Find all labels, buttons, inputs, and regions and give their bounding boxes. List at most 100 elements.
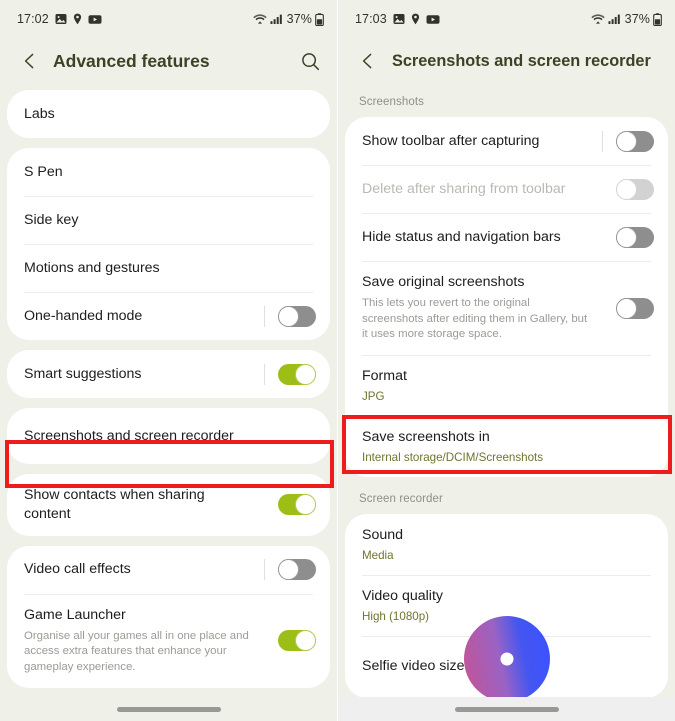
status-bar-right: 37% bbox=[590, 12, 662, 26]
settings-row-labs[interactable]: Labs bbox=[7, 90, 330, 138]
nav-home-pill[interactable] bbox=[116, 706, 221, 712]
row-texts: Sound Media bbox=[362, 526, 654, 563]
row-title: Save screenshots in bbox=[362, 429, 490, 446]
settings-row-s-pen[interactable]: S Pen bbox=[7, 148, 330, 196]
row-texts: S Pen bbox=[24, 163, 316, 182]
row-texts: Video call effects bbox=[24, 560, 254, 579]
wifi-icon bbox=[590, 13, 605, 25]
toggle-knob bbox=[278, 305, 299, 327]
settings-row-screenshots-and-screen-recorder[interactable]: Screenshots and screen recorder bbox=[7, 408, 330, 464]
settings-group-input: S Pen Side key Motions and gestures One-… bbox=[7, 148, 330, 340]
toggle-wrap bbox=[264, 305, 316, 327]
settings-row-show-contacts-when-sharing-content[interactable]: Show contacts when sharing content bbox=[7, 474, 330, 536]
toggle-separator bbox=[264, 363, 265, 385]
row-texts: Labs bbox=[24, 105, 316, 124]
toggle-wrap bbox=[616, 226, 654, 248]
toggle-game-launcher[interactable] bbox=[278, 630, 316, 652]
settings-row-one-handed-mode[interactable]: One-handed mode bbox=[7, 292, 330, 340]
toggle-show-contacts-when-sharing-content[interactable] bbox=[278, 494, 316, 516]
page-header: Advanced features bbox=[0, 38, 337, 90]
row-title: S Pen bbox=[24, 163, 63, 180]
settings-group-screenshots-and-screen-recorder: Screenshots and screen recorder bbox=[7, 408, 330, 464]
settings-row-video-call-effects[interactable]: Video call effects bbox=[7, 546, 330, 594]
row-texts: One-handed mode bbox=[24, 307, 254, 326]
toggle-wrap bbox=[264, 559, 316, 581]
row-texts: Save screenshots in Internal storage/DCI… bbox=[362, 428, 654, 465]
dual-screenshot-comparison: 17:02 37% Advanced features Labs S Pen S… bbox=[0, 0, 675, 721]
toggle-knob bbox=[295, 494, 316, 516]
row-title: Show contacts when sharing content bbox=[24, 487, 205, 522]
youtube-icon bbox=[426, 14, 440, 25]
signal-icon bbox=[270, 13, 282, 25]
battery-percent-label: 37% bbox=[624, 12, 650, 26]
search-button[interactable] bbox=[297, 48, 323, 74]
back-button[interactable] bbox=[17, 48, 43, 74]
toggle-separator bbox=[602, 130, 603, 152]
toggle-save-original-screenshots[interactable] bbox=[616, 297, 654, 319]
status-bar-left: 17:02 bbox=[17, 12, 102, 26]
settings-group-video-and-games: Video call effects Game Launcher Organis… bbox=[7, 545, 330, 688]
row-texts: Delete after sharing from toolbar bbox=[362, 180, 606, 199]
row-texts: Game Launcher Organise all your games al… bbox=[24, 606, 268, 676]
section-header-screenshots: Screenshots bbox=[359, 96, 425, 108]
youtube-icon bbox=[88, 14, 102, 25]
row-texts: Hide status and navigation bars bbox=[362, 228, 606, 247]
toggle-knob bbox=[278, 559, 299, 581]
row-texts: Show toolbar after capturing bbox=[362, 132, 592, 151]
status-bar: 17:03 37% bbox=[338, 0, 675, 38]
settings-row-save-original-screenshots[interactable]: Save original screenshots This lets you … bbox=[345, 261, 668, 355]
location-icon bbox=[411, 13, 420, 25]
row-title: Labs bbox=[24, 105, 55, 122]
battery-icon bbox=[315, 12, 324, 26]
nav-home-pill[interactable] bbox=[454, 706, 559, 712]
settings-row-game-launcher[interactable]: Game Launcher Organise all your games al… bbox=[7, 593, 330, 688]
settings-row-save-screenshots-in[interactable]: Save screenshots in Internal storage/DCI… bbox=[345, 416, 668, 477]
back-button[interactable] bbox=[355, 48, 381, 74]
settings-row-delete-after-sharing-from-toolbar: Delete after sharing from toolbar bbox=[345, 165, 668, 213]
row-texts: Smart suggestions bbox=[24, 365, 254, 384]
settings-row-smart-suggestions[interactable]: Smart suggestions bbox=[7, 350, 330, 398]
row-title: Game Launcher bbox=[24, 606, 126, 623]
toggle-wrap bbox=[264, 363, 316, 385]
row-texts: Motions and gestures bbox=[24, 259, 316, 278]
toggle-wrap bbox=[602, 130, 654, 152]
toggle-one-handed-mode[interactable] bbox=[278, 305, 316, 327]
settings-group-smart-suggestions: Smart suggestions bbox=[7, 350, 330, 398]
row-texts: Format JPG bbox=[362, 367, 654, 404]
toggle-wrap bbox=[616, 178, 654, 200]
battery-percent-label: 37% bbox=[286, 12, 312, 26]
settings-list: Labs S Pen Side key Motions and gestures… bbox=[0, 90, 337, 688]
status-bar: 17:02 37% bbox=[0, 0, 337, 38]
navigation-bar bbox=[338, 697, 675, 721]
toggle-knob bbox=[616, 130, 637, 152]
row-value: JPG bbox=[362, 389, 385, 403]
toggle-knob bbox=[295, 363, 316, 385]
page-title: Screenshots and screen recorder bbox=[392, 51, 651, 70]
settings-row-hide-status-and-navigation-bars[interactable]: Hide status and navigation bars bbox=[345, 213, 668, 261]
toggle-delete-after-sharing-from-toolbar bbox=[616, 178, 654, 200]
settings-group-show-contacts: Show contacts when sharing content bbox=[7, 474, 330, 536]
toggle-video-call-effects[interactable] bbox=[278, 559, 316, 581]
row-title: Video call effects bbox=[24, 561, 131, 578]
settings-row-format[interactable]: Format JPG bbox=[345, 355, 668, 416]
row-title: Save original screenshots bbox=[362, 274, 525, 290]
toggle-smart-suggestions[interactable] bbox=[278, 363, 316, 385]
toggle-separator bbox=[264, 305, 265, 327]
status-bar-left: 17:03 bbox=[355, 12, 440, 26]
left-phone-screen: 17:02 37% Advanced features Labs S Pen S… bbox=[0, 0, 337, 721]
right-phone-screen: 17:03 37% Screenshots and screen recorde… bbox=[337, 0, 675, 721]
page-title: Advanced features bbox=[53, 50, 210, 71]
row-title: Motions and gestures bbox=[24, 259, 160, 276]
section-header-screen-recorder: Screen recorder bbox=[359, 492, 443, 505]
settings-row-motions-and-gestures[interactable]: Motions and gestures bbox=[7, 244, 330, 292]
settings-row-side-key[interactable]: Side key bbox=[7, 196, 330, 244]
settings-group-labs: Labs bbox=[7, 90, 330, 138]
toggle-knob bbox=[295, 630, 316, 652]
toggle-hide-status-and-navigation-bars[interactable] bbox=[616, 226, 654, 248]
search-icon bbox=[301, 52, 319, 70]
settings-group-screenshots: Show toolbar after capturing Delete afte… bbox=[345, 117, 668, 477]
settings-row-sound[interactable]: Sound Media bbox=[345, 514, 668, 575]
toggle-show-toolbar-after-capturing[interactable] bbox=[616, 130, 654, 152]
row-texts: Side key bbox=[24, 211, 316, 230]
settings-row-show-toolbar-after-capturing[interactable]: Show toolbar after capturing bbox=[345, 117, 668, 165]
